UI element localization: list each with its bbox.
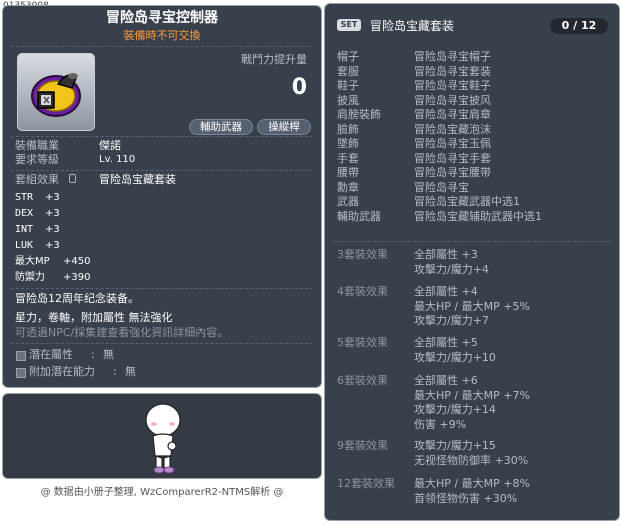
set-effect-label: 9套裝效果 [337, 439, 388, 452]
tag-sub-weapon: 輔助武器 [189, 119, 253, 135]
set-effect-line: 全部屬性 +3 [414, 248, 478, 261]
set-part-slot: 武器 [337, 195, 359, 208]
set-part-slot: 手套 [337, 151, 359, 165]
bonus-potential-separator: : [113, 365, 117, 378]
stat-value-str: +3 [45, 192, 60, 203]
set-part-name: 冒险岛寻宝鞋子 [414, 79, 491, 92]
set-effect-label: 3套裝效果 [337, 248, 388, 261]
set-part-slot: 輔助武器 [337, 209, 381, 223]
level-value: Lv. 110 [99, 154, 136, 165]
set-badge: SET [337, 19, 361, 31]
set-effect-line: 最大HP / 最大MP +7% [414, 388, 530, 402]
set-effect-line: 最大HP / 最大MP +5% [414, 299, 530, 313]
stat-name-maxmp: 最大MP [15, 256, 50, 267]
potential-bullet-icon [16, 351, 26, 361]
set-part-slot: 腰帶 [337, 166, 359, 179]
stat-name-int: INT [15, 224, 34, 235]
set-effect-line: 全部屬性 +6 [414, 374, 478, 387]
job-label: 裝備職業 [15, 139, 59, 152]
set-effect-line: 攻擊力/魔力+10 [414, 350, 496, 364]
bonus-potential-label: 附加潛在能力 [29, 365, 95, 378]
trade-note: 裝備時不可交換 [123, 29, 201, 42]
footer-credit: @ 数据由小册子整理, WzComparerR2-NTMS解析 @ [40, 487, 284, 498]
tag-joystick: 操縱桿 [257, 119, 311, 135]
set-effect-label: 12套裝效果 [337, 477, 395, 490]
set-part-name: 冒险岛宝藏泡沫 [414, 122, 491, 136]
set-effect-line: 攻擊力/魔力+14 [414, 403, 496, 416]
lock-icon [69, 174, 76, 183]
item-name: 冒险岛寻宝控制器 [106, 10, 218, 26]
set-part-slot: 臉飾 [337, 122, 359, 136]
set-count: 0 / 12 [550, 18, 608, 34]
set-info-panel: SET 冒险岛宝藏套装 0 / 12 帽子 冒险岛寻宝帽子 套服 冒险岛寻宝套装 鞋子冒… [324, 3, 620, 521]
stat-name-str: STR [15, 192, 34, 203]
avatar-preview-panel [2, 393, 322, 479]
set-effect-line: 最大HP / 最大MP +8% [414, 477, 530, 490]
set-part-name: 冒险岛寻宝 [414, 180, 469, 194]
potential-value: 無 [103, 348, 114, 361]
item-description: 冒险岛12周年纪念装备。 [15, 292, 139, 305]
set-effect-label: 6套裝效果 [337, 374, 388, 387]
enhance-hint: 可透過NPC/採集建查看強化資訊詳細內容。 [15, 326, 229, 339]
set-effect-label: 5套裝效果 [337, 336, 388, 349]
set-part-name: 冒险岛寻宝套装 [414, 64, 491, 78]
set-part-name: 冒险岛寻宝帽子 [414, 50, 491, 63]
set-effect-line: 攻擊力/魔力+4 [414, 262, 489, 276]
set-effect-line: 攻擊力/魔力+7 [414, 314, 489, 327]
set-part-slot: 套服 [337, 64, 359, 78]
set-effect-label: 4套裝效果 [337, 285, 388, 298]
set-effect-line: 伤害 +9% [414, 417, 467, 431]
stat-name-luk: LUK [15, 240, 34, 251]
set-part-name: 冒险岛寻宝披风 [414, 93, 491, 107]
set-part-name: 冒险岛寻宝腰带 [414, 166, 491, 179]
potential-label: 潛在屬性 [29, 348, 73, 361]
set-part-slot: 帽子 [337, 50, 359, 63]
avatar [145, 403, 181, 474]
set-effect-line: 全部屬性 +5 [414, 336, 478, 349]
set-part-name: 冒险岛宝藏辅助武器中选1 [414, 209, 542, 223]
stat-value-luk: +3 [45, 240, 60, 251]
power-value: 0 [291, 75, 307, 100]
set-part-slot: 肩膀裝飾 [337, 108, 381, 121]
set-effect-line: 攻擊力/魔力+15 [414, 439, 496, 452]
job-value: 傑諾 [99, 139, 121, 152]
stat-name-defense: 防禦力 [15, 272, 45, 283]
item-icon-frame [17, 53, 95, 131]
set-part-name: 冒险岛寻宝肩章 [414, 108, 491, 121]
set-label: 套組效果 [15, 173, 59, 186]
bonus-potential-bullet-icon [16, 368, 26, 378]
stat-value-maxmp: +450 [63, 256, 91, 267]
stat-name-dex: DEX [15, 208, 34, 219]
stat-value-int: +3 [45, 224, 60, 235]
set-part-name: 冒险岛寻宝玉佩 [414, 137, 491, 150]
set-part-slot: 勳章 [337, 180, 359, 194]
set-part-slot: 披風 [337, 93, 359, 107]
set-effect-line: 无视怪物防御率 +30% [414, 453, 529, 467]
set-part-name: 冒险岛宝藏武器中选1 [414, 195, 520, 208]
set-part-slot: 墜飾 [337, 137, 359, 150]
bonus-potential-value: 無 [125, 365, 136, 378]
set-title: 冒险岛宝藏套装 [370, 19, 455, 33]
set-effect-line: 全部屬性 +4 [414, 285, 478, 298]
set-value: 冒险岛宝藏套装 [99, 173, 176, 186]
power-label: 戰鬥力提升量 [241, 53, 307, 66]
level-label: 要求等級 [15, 153, 59, 166]
joystick-controller-icon [31, 73, 81, 117]
set-part-slot: 鞋子 [337, 79, 359, 92]
stat-value-defense: +390 [63, 272, 91, 283]
potential-separator: : [91, 348, 95, 361]
item-tooltip-panel: 冒险岛寻宝控制器 裝備時不可交換 戰鬥力提升量 0 輔助武器 操縱桿 裝備職業 … [2, 5, 322, 388]
stat-value-dex: +3 [45, 208, 60, 219]
enhance-note: 星力，卷軸，附加屬性 無法強化 [15, 311, 173, 324]
set-effect-line: 首领怪物伤害 +30% [414, 491, 518, 505]
set-part-name: 冒险岛寻宝手套 [414, 151, 491, 165]
